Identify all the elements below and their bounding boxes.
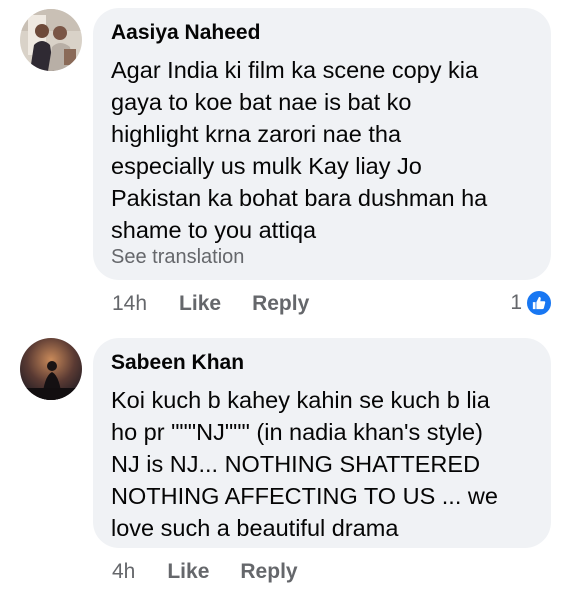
reaction-summary[interactable]: 1	[510, 289, 553, 317]
comment-author[interactable]: Sabeen Khan	[111, 351, 244, 375]
comment-actions: 4h Like Reply	[112, 557, 329, 587]
comment-text: Koi kuch b kahey kahin se kuch b lia ho …	[111, 387, 498, 541]
comment-timestamp[interactable]: 14h	[112, 292, 147, 316]
like-button[interactable]: Like	[179, 292, 221, 316]
see-translation-link[interactable]: See translation	[111, 246, 244, 269]
comment-timestamp[interactable]: 4h	[112, 560, 135, 584]
reply-button[interactable]: Reply	[240, 560, 297, 584]
reaction-count: 1	[510, 291, 522, 314]
comment-bubble: Aasiya Naheed Agar India ki film ka scen…	[93, 8, 551, 280]
avatar-photo-icon	[20, 338, 82, 400]
reply-button[interactable]: Reply	[252, 292, 309, 316]
avatar[interactable]	[20, 338, 82, 400]
avatar-photo-icon	[20, 9, 82, 71]
comment-author[interactable]: Aasiya Naheed	[111, 21, 260, 45]
comment-actions: 14h Like Reply	[112, 289, 340, 319]
comment-bubble: Sabeen Khan Koi kuch b kahey kahin se ku…	[93, 338, 551, 548]
avatar[interactable]	[20, 9, 82, 71]
comment-1: Aasiya Naheed Agar India ki film ka scen…	[0, 0, 570, 330]
comment-text: Agar India ki film ka scene copy kia gay…	[111, 57, 488, 243]
thumbs-up-icon	[525, 289, 553, 317]
comment-2: Sabeen Khan Koi kuch b kahey kahin se ku…	[0, 330, 570, 595]
like-button[interactable]: Like	[167, 560, 209, 584]
